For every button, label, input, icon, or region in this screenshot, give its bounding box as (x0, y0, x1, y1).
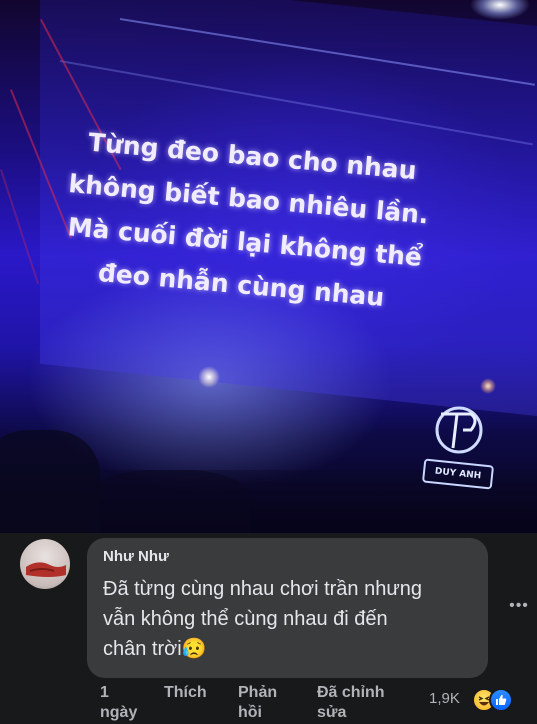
more-horizontal-icon: ••• (509, 597, 529, 614)
comment-section: Như Như Đã từng cùng nhau chơi trần nhưn… (0, 533, 537, 724)
stage-spotlight (198, 366, 220, 388)
timestamp-line: ngày (100, 704, 138, 721)
comment-text-line: Đã từng cùng nhau chơi trần nhưng (103, 578, 422, 600)
logo-text: DUY ANH (421, 458, 495, 490)
comment-text-line: chân trời😥 (103, 638, 207, 660)
reply-label-line: Phản (238, 684, 278, 701)
corner-light (470, 0, 530, 20)
edited-indicator[interactable]: Đã chỉnh sửa (317, 683, 385, 723)
reaction-count: 1,9K (429, 690, 460, 707)
logo-emblem-icon (435, 406, 483, 454)
timestamp-line: 1 (100, 684, 109, 701)
comment-author[interactable]: Như Như (103, 548, 169, 565)
stage-spotlight (480, 378, 496, 394)
like-emoji-icon (489, 688, 513, 712)
edited-label-line: Đã chỉnh (317, 684, 385, 701)
lyrics-text: Từng đeo bao cho nhau không biết bao nhi… (45, 118, 449, 323)
concert-photo[interactable]: Từng đeo bao cho nhau không biết bao nhi… (0, 0, 537, 533)
crowd-silhouette (90, 470, 250, 533)
comment-timestamp-link[interactable]: 1 ngày (100, 683, 137, 723)
reply-label-line: hồi (238, 704, 262, 721)
edited-label-line: sửa (317, 704, 347, 721)
comment-text: Đã từng cùng nhau chơi trần nhưng vẫn kh… (103, 574, 475, 664)
crowd-silhouette (0, 430, 100, 533)
more-options-button[interactable]: ••• (505, 596, 533, 616)
duy-anh-logo: DUY ANH (421, 400, 495, 492)
avatar[interactable] (20, 539, 70, 589)
laser-beam (0, 169, 39, 285)
avatar-image-icon (26, 562, 66, 577)
reply-action-button[interactable]: Phản hồi (238, 683, 277, 723)
comment-text-line: vẫn không thể cùng nhau đi đến (103, 608, 388, 630)
like-action-button[interactable]: Thích (164, 683, 207, 703)
comment-bubble: Như Như Đã từng cùng nhau chơi trần nhưn… (87, 538, 488, 678)
